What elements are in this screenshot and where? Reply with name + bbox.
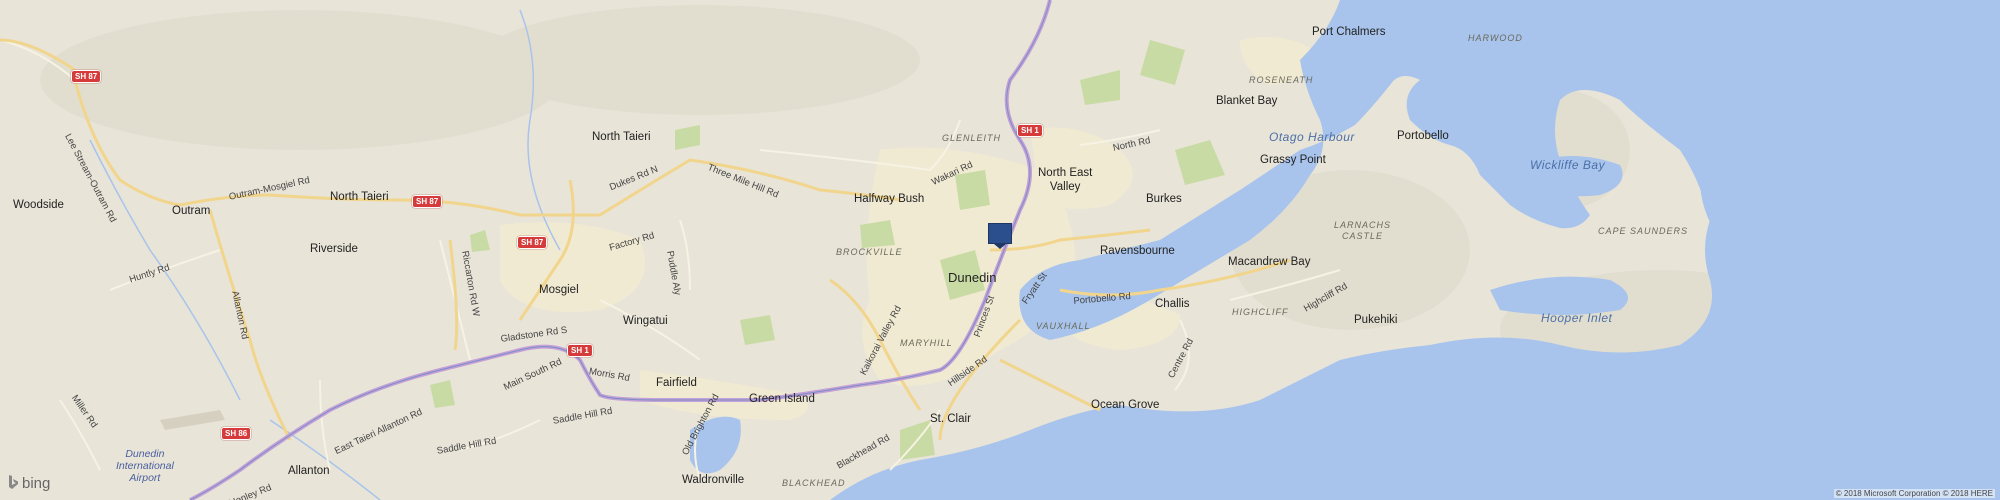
town-label-mosgiel[interactable]: Mosgiel [539, 284, 579, 296]
copyright-notice: © 2018 Microsoft Corporation © 2018 HERE [1833, 489, 1995, 498]
town-label-waldronville[interactable]: Waldronville [682, 474, 744, 486]
highway-shield-sh1-mid: SH 1 [567, 344, 593, 357]
locality-label-highcliff: HIGHCLIFF [1232, 307, 1289, 317]
highway-shield-sh87-a: SH 87 [71, 70, 102, 83]
town-label-ocean-grove[interactable]: Ocean Grove [1091, 399, 1159, 411]
bing-brand-text: bing [22, 475, 51, 492]
locality-label-larnachs-castle: LARNACHS CASTLE [1334, 220, 1392, 241]
locality-label-maryhill: MARYHILL [900, 338, 953, 348]
highway-shield-sh87-c: SH 87 [517, 236, 548, 249]
town-label-wingatui[interactable]: Wingatui [623, 315, 668, 327]
town-label-challis[interactable]: Challis [1155, 298, 1190, 310]
town-label-halfway-bush[interactable]: Halfway Bush [854, 193, 924, 205]
town-label-north-east-valley[interactable]: North East Valley [1038, 166, 1092, 194]
highway-shield-sh87-b: SH 87 [412, 195, 443, 208]
town-label-outram[interactable]: Outram [172, 205, 210, 217]
town-label-north-taieri-top[interactable]: North Taieri [592, 131, 651, 143]
town-label-st-clair[interactable]: St. Clair [930, 413, 971, 425]
locality-label-harwood: HARWOOD [1468, 33, 1523, 43]
town-label-fairfield[interactable]: Fairfield [656, 377, 697, 389]
town-label-dunedin[interactable]: Dunedin [948, 270, 996, 285]
locality-label-vauxhall: VAUXHALL [1036, 321, 1091, 331]
town-label-blanket-bay[interactable]: Blanket Bay [1216, 95, 1277, 107]
town-label-burkes[interactable]: Burkes [1146, 193, 1182, 205]
town-label-port-chalmers[interactable]: Port Chalmers [1312, 26, 1386, 38]
water-label-wickliffe-bay: Wickliffe Bay [1530, 158, 1606, 172]
airport-label[interactable]: Dunedin International Airport [116, 448, 174, 484]
highway-shield-sh86: SH 86 [221, 427, 252, 440]
map-layer [0, 0, 2000, 500]
town-label-riverside[interactable]: Riverside [310, 243, 358, 255]
town-label-allanton[interactable]: Allanton [288, 465, 330, 477]
bing-logo[interactable]: bing [8, 475, 50, 492]
town-label-woodside[interactable]: Woodside [13, 199, 64, 211]
locality-label-cape-saunders: CAPE SAUNDERS [1598, 226, 1689, 236]
locality-label-blackhead: BLACKHEAD [782, 478, 846, 488]
locality-label-glenleith: GLENLEITH [942, 133, 1002, 143]
locality-label-roseneath: ROSENEATH [1249, 75, 1314, 85]
highway-shield-sh1-north: SH 1 [1017, 124, 1043, 137]
town-label-macandrew-bay[interactable]: Macandrew Bay [1228, 256, 1310, 268]
location-pin-icon[interactable] [988, 223, 1012, 249]
town-label-pukehiki[interactable]: Pukehiki [1354, 314, 1397, 326]
water-label-hooper-inlet: Hooper Inlet [1541, 311, 1613, 325]
town-label-grassy-point[interactable]: Grassy Point [1260, 154, 1326, 166]
town-label-ravensbourne[interactable]: Ravensbourne [1100, 245, 1175, 257]
town-label-north-taieri[interactable]: North Taieri [330, 191, 389, 203]
map-canvas[interactable]: Port Chalmers Blanket Bay Portobello Gra… [0, 0, 2000, 500]
water-label-otago-harbour: Otago Harbour [1269, 130, 1355, 144]
town-label-green-island[interactable]: Green Island [749, 393, 815, 405]
locality-label-brockville: BROCKVILLE [836, 247, 903, 257]
town-label-portobello[interactable]: Portobello [1397, 130, 1449, 142]
bing-b-icon [8, 475, 19, 491]
